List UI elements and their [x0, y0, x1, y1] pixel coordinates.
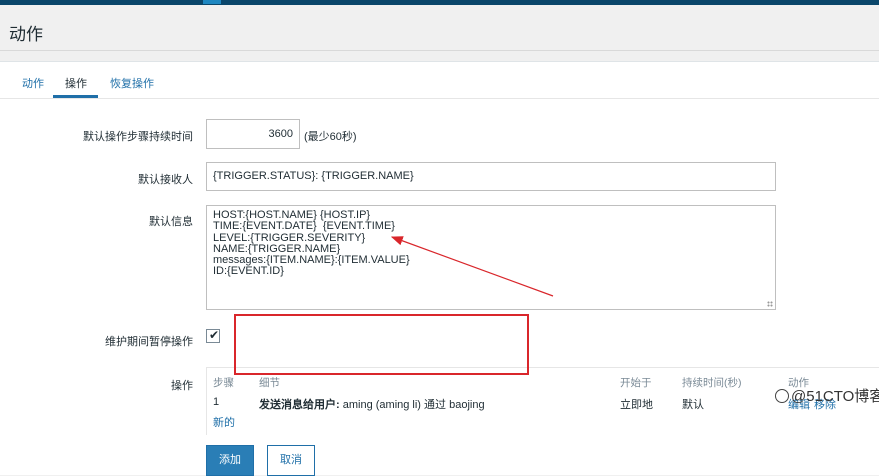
watermark-text: @51CTO博客 — [791, 388, 879, 405]
watermark: @51CTO博客 — [775, 385, 879, 406]
watermark-logo-icon — [775, 389, 789, 403]
annotation-arrow-line — [390, 236, 554, 297]
annotation-arrow — [390, 236, 554, 297]
